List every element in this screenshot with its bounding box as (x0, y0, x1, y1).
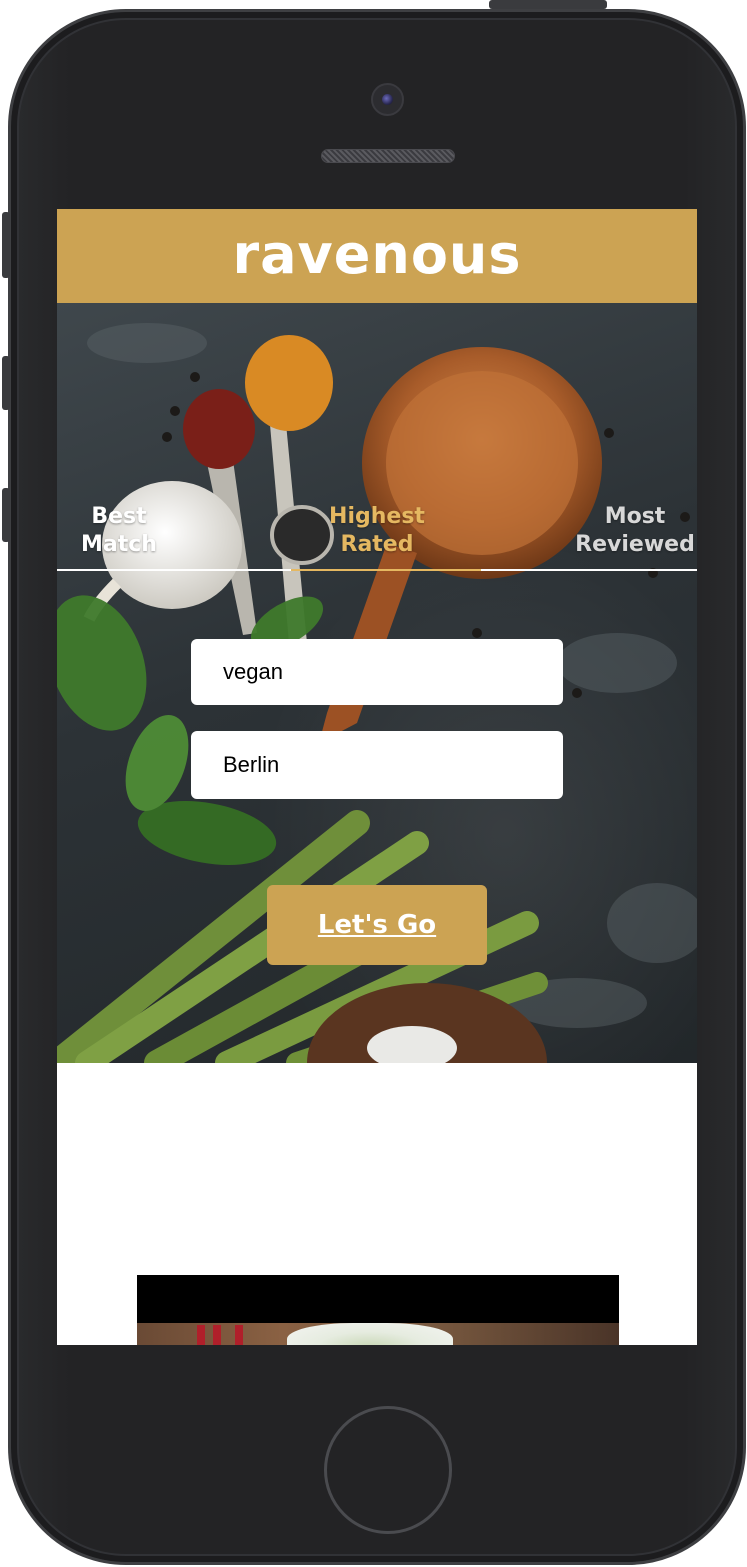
chopstick-decor (213, 1325, 221, 1345)
dish-plate (287, 1323, 453, 1345)
home-button[interactable] (324, 1406, 452, 1534)
business-image (137, 1323, 619, 1345)
sort-options: Best Match Highest Rated Most Reviewed (57, 503, 697, 571)
search-bar: Best Match Highest Rated Most Reviewed L… (57, 303, 697, 1063)
volume-down-button (2, 488, 10, 542)
front-camera (371, 83, 404, 116)
app-title: ravenous (232, 222, 522, 286)
sort-option-label: Most (604, 504, 666, 529)
active-tab-indicator (291, 569, 481, 571)
earpiece-speaker (321, 149, 455, 163)
sort-option-best-match[interactable]: Best Match (57, 503, 181, 569)
chopstick-decor (197, 1325, 205, 1345)
herb-leaves (57, 595, 324, 865)
sort-option-label: Match (81, 532, 157, 557)
power-button (489, 0, 607, 9)
lets-go-button[interactable]: Let's Go (267, 885, 487, 965)
chopstick-decor (235, 1325, 243, 1345)
business-card[interactable] (137, 1275, 619, 1345)
location-input[interactable] (191, 731, 563, 799)
sort-option-label: Highest (329, 504, 425, 529)
app-screen: ravenous Best Match Highest Rated Most R… (57, 209, 697, 1345)
sort-option-label: Rated (340, 532, 414, 557)
sort-option-highest-rated[interactable]: Highest Rated (315, 503, 439, 569)
app-header: ravenous (57, 209, 697, 303)
search-term-input[interactable] (191, 639, 563, 705)
sort-option-label: Reviewed (575, 532, 695, 557)
sort-option-label: Best (91, 504, 147, 529)
sort-option-most-reviewed[interactable]: Most Reviewed (573, 503, 697, 569)
volume-up-button (2, 356, 10, 410)
silent-switch (2, 212, 10, 278)
